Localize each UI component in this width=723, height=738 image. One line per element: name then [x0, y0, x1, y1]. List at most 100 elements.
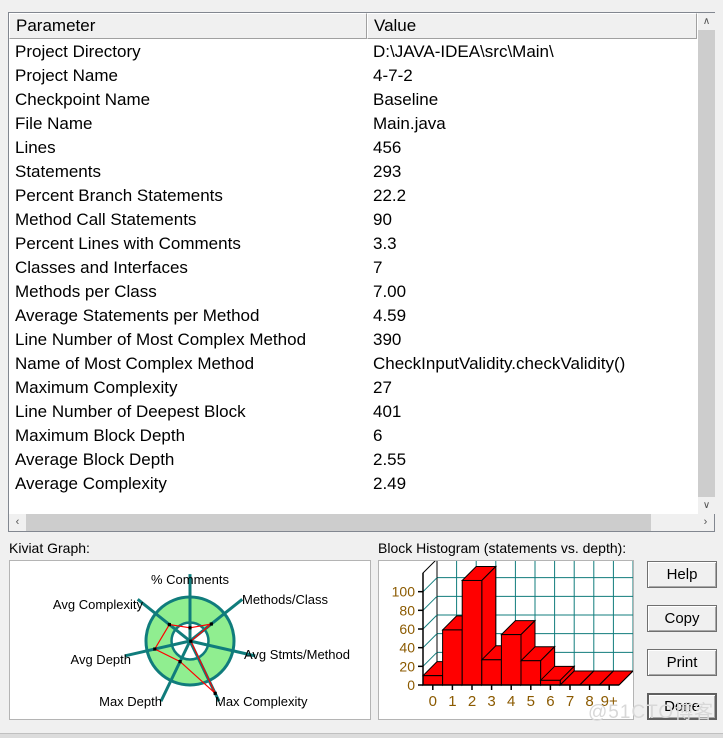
cell-parameter: Method Call Statements — [15, 210, 197, 229]
cell-parameter: Project Directory — [15, 42, 141, 61]
histogram-x-tick-label: 2 — [468, 693, 476, 710]
kiviat-axis-label: Avg Depth — [71, 652, 131, 667]
table-row[interactable]: Lines 456 — [9, 136, 697, 160]
table-row[interactable]: Classes and Interfaces 7 — [9, 256, 697, 280]
print-button[interactable]: Print — [647, 649, 717, 676]
vertical-scroll-thumb[interactable] — [698, 30, 715, 330]
table-row[interactable]: Name of Most Complex Method CheckInputVal… — [9, 352, 697, 376]
histogram-x-tick-label: 0 — [429, 693, 437, 710]
table-row[interactable]: Method Call Statements 90 — [9, 208, 697, 232]
cell-parameter: Average Complexity — [15, 474, 167, 493]
horizontal-scrollbar[interactable]: ‹ › — [9, 514, 714, 531]
help-button[interactable]: Help — [647, 561, 717, 588]
table-row[interactable]: Average Block Depth 2.55 — [9, 448, 697, 472]
histogram-x-tick-label: 5 — [527, 693, 535, 710]
histogram-y-tick-label: 40 — [399, 640, 415, 656]
kiviat-chart: % Comments Methods/Class Avg Stmts/Method M… — [53, 572, 350, 709]
cell-value: D:\JAVA-IDEA\src\Main\ — [373, 42, 554, 61]
horizontal-scroll-thumb[interactable] — [26, 514, 651, 531]
cell-parameter: Project Name — [15, 66, 118, 85]
stats-dialog: Parameter Value Project Directory D:\JAVA… — [0, 0, 723, 738]
cell-parameter: Name of Most Complex Method — [15, 354, 255, 373]
cell-value: 390 — [373, 330, 402, 349]
kiviat-axis-label: Max Depth — [99, 694, 162, 709]
kiviat-graph-label: Kiviat Graph: — [9, 540, 90, 556]
block-histogram-label: Block Histogram (statements vs. depth): — [378, 540, 627, 556]
cell-value: 293 — [373, 162, 402, 181]
cell-value: 7.00 — [373, 282, 407, 301]
table-row[interactable]: Percent Branch Statements 22.2 — [9, 184, 697, 208]
cell-parameter: Statements — [15, 162, 101, 181]
table-row[interactable]: Statements 293 — [9, 160, 697, 184]
table-row[interactable]: Line Number of Most Complex Method 390 — [9, 328, 697, 352]
cell-parameter: Line Number of Deepest Block — [15, 402, 246, 421]
cell-parameter: Average Statements per Method — [15, 306, 260, 325]
table-row[interactable]: Average Statements per Method 4.59 — [9, 304, 697, 328]
cell-value: 27 — [373, 378, 392, 397]
kiviat-graph-panel[interactable]: % Comments Methods/Class Avg Stmts/Method M… — [9, 560, 371, 720]
cell-value: Baseline — [373, 90, 439, 109]
histogram-x-tick-label: 7 — [566, 693, 574, 710]
table-row[interactable]: Percent Lines with Comments 3.3 — [9, 232, 697, 256]
vertical-scroll-track[interactable] — [698, 30, 715, 497]
cell-parameter: Percent Branch Statements — [15, 186, 223, 205]
scroll-right-icon[interactable]: › — [697, 514, 714, 531]
kiviat-axis-label: Max Complexity — [215, 694, 308, 709]
scroll-down-icon[interactable]: ∨ — [698, 497, 715, 514]
cell-parameter: Maximum Complexity — [15, 378, 178, 397]
table-row[interactable]: Maximum Block Depth 6 — [9, 424, 697, 448]
cell-value: 7 — [373, 258, 383, 277]
scroll-left-icon[interactable]: ‹ — [9, 514, 26, 531]
cell-value: 3.3 — [373, 234, 397, 253]
cell-parameter: Lines — [15, 138, 56, 157]
cell-value: 6 — [373, 426, 383, 445]
kiviat-axis-label: % Comments — [151, 572, 230, 587]
table-row[interactable]: File Name Main.java — [9, 112, 697, 136]
kiviat-axis-label: Methods/Class — [242, 592, 328, 607]
metrics-table-panel: Parameter Value Project Directory D:\JAVA… — [8, 12, 715, 532]
table-row[interactable]: Line Number of Deepest Block 401 — [9, 400, 697, 424]
histogram-x-tick-label: 3 — [487, 693, 495, 710]
scroll-up-icon[interactable]: ∧ — [698, 13, 715, 30]
table-row[interactable]: Project Directory D:\JAVA-IDEA\src\Main\ — [9, 40, 697, 64]
cell-value: 22.2 — [373, 186, 407, 205]
histogram-x-tick-label: 1 — [448, 693, 456, 710]
block-histogram-panel[interactable]: 0 20 40 60 80 100 0 1 2 3 4 5 6 7 8 9+ — [378, 560, 634, 720]
table-row[interactable]: Methods per Class 7.00 — [9, 280, 697, 304]
cell-value: 456 — [373, 138, 402, 157]
horizontal-scroll-track[interactable] — [26, 514, 697, 531]
copy-button[interactable]: Copy — [647, 605, 717, 632]
metrics-table: Parameter Value Project Directory D:\JAVA… — [9, 13, 697, 514]
histogram-x-tick-label: 6 — [546, 693, 554, 710]
histogram-y-tick-label: 80 — [399, 602, 415, 618]
cell-parameter: Average Block Depth — [15, 450, 175, 469]
cell-parameter: Percent Lines with Comments — [15, 234, 241, 253]
table-row[interactable]: Average Complexity 2.49 — [9, 472, 697, 496]
cell-value: 4.59 — [373, 306, 407, 325]
column-header-parameter[interactable]: Parameter — [9, 13, 367, 39]
window-bottom-edge — [0, 733, 723, 738]
kiviat-axis-label: Avg Stmts/Method — [244, 647, 350, 662]
histogram-y-tick-label: 0 — [407, 677, 415, 693]
table-row[interactable]: Maximum Complexity 27 — [9, 376, 697, 400]
histogram-y-tick-label: 100 — [392, 584, 416, 600]
cell-value: 90 — [373, 210, 392, 229]
histogram-y-tick-label: 20 — [399, 658, 415, 674]
histogram-y-tick-label: 60 — [399, 621, 415, 637]
vertical-scrollbar[interactable]: ∧ ∨ — [697, 13, 715, 514]
cell-value: 2.55 — [373, 450, 407, 469]
cell-parameter: Maximum Block Depth — [15, 426, 186, 445]
cell-parameter: Classes and Interfaces — [15, 258, 188, 277]
column-header-value[interactable]: Value — [367, 13, 697, 39]
cell-parameter: File Name — [15, 114, 93, 133]
histogram-x-tick-label: 4 — [507, 693, 515, 710]
cell-parameter: Line Number of Most Complex Method — [15, 330, 307, 349]
histogram-x-tick-label: 8 — [585, 693, 593, 710]
table-row[interactable]: Project Name 4-7-2 — [9, 64, 697, 88]
table-row[interactable]: Checkpoint Name Baseline — [9, 88, 697, 112]
done-button[interactable]: Done — [647, 693, 717, 720]
table-header-row: Parameter Value — [9, 13, 697, 39]
cell-parameter: Methods per Class — [15, 282, 157, 301]
cell-parameter: Checkpoint Name — [15, 90, 151, 109]
cell-value: 4-7-2 — [373, 66, 413, 85]
